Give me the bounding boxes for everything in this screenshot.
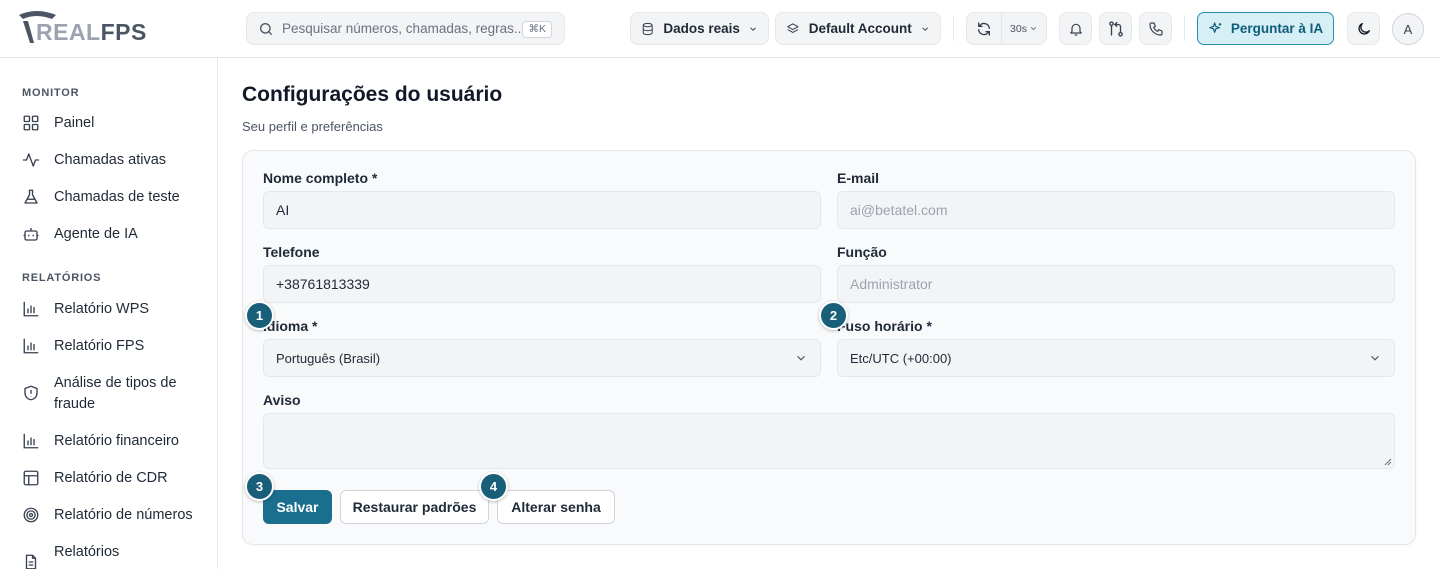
sidebar-item-chamadas-ativas[interactable]: Chamadas ativas: [22, 150, 207, 171]
save-button[interactable]: Salvar: [263, 490, 332, 524]
table-icon: [23, 470, 39, 486]
sidebar-item-relatorios[interactable]: Relatórios: [22, 542, 207, 569]
sidebar-item-label: Chamadas de teste: [54, 189, 180, 205]
sidebar-item-label: Relatório de CDR: [54, 470, 168, 486]
notice-label: Aviso: [263, 392, 301, 408]
chevron-down-icon: [750, 26, 756, 31]
theme-toggle-button[interactable]: [1347, 12, 1380, 45]
phone-input[interactable]: +38761813339: [263, 265, 821, 303]
refresh-icon: [978, 21, 990, 36]
moon-icon: [1357, 22, 1370, 35]
search-icon: [260, 22, 272, 35]
grid-icon: [23, 115, 39, 131]
data-source-label: Dados reais: [663, 21, 740, 36]
file-text-icon: [25, 554, 37, 569]
logo-text-real: REAL: [36, 19, 101, 45]
bell-icon: [1069, 23, 1082, 36]
shield-alert-icon: [24, 385, 38, 401]
chevron-down-icon: [1371, 355, 1379, 361]
step-badge-1: 1: [245, 301, 274, 330]
account-select[interactable]: Default Account: [775, 12, 941, 45]
chevron-down-icon: [797, 355, 805, 361]
language-select[interactable]: Português (Brasil): [263, 339, 821, 377]
phone-button[interactable]: [1139, 12, 1172, 45]
sidebar-item-analise-fraude[interactable]: Análise de tipos de fraude: [22, 373, 182, 415]
refresh-interval-select[interactable]: 30s: [1002, 23, 1046, 35]
sidebar-item-relatorio-wps[interactable]: Relatório WPS: [22, 299, 207, 320]
resize-grip-icon[interactable]: [1384, 458, 1392, 466]
sidebar-item-label: Relatório financeiro: [54, 433, 179, 449]
notice-textarea[interactable]: [263, 413, 1395, 469]
timezone-value: Etc/UTC (+00:00): [850, 350, 952, 366]
ask-ai-label: Perguntar à IA: [1230, 21, 1324, 36]
flask-icon: [24, 189, 38, 204]
restore-defaults-button[interactable]: Restaurar padrões: [340, 490, 489, 524]
bar-chart-icon: [23, 338, 39, 354]
timezone-select[interactable]: Etc/UTC (+00:00): [837, 339, 1395, 377]
refresh-interval-value: 30s: [1010, 22, 1027, 35]
email-label: E-mail: [837, 170, 880, 186]
sidebar-item-label: Painel: [54, 115, 95, 131]
sidebar-item-label: Chamadas ativas: [54, 152, 167, 168]
chevron-down-icon: [921, 26, 928, 31]
sidebar: MONITOR Painel Chamadas ativas Chamadas …: [0, 58, 218, 569]
layers-icon: [787, 22, 799, 33]
global-search[interactable]: Pesquisar números, chamadas, regras... ⌘…: [246, 12, 565, 45]
sidebar-item-label: Relatório WPS: [54, 301, 150, 317]
sidebar-item-label: Análise de tipos de fraude: [54, 375, 177, 412]
search-shortcut-hint: ⌘K: [522, 21, 552, 38]
logo-text-fps: FPS: [100, 19, 147, 45]
full-name-input[interactable]: AI: [263, 191, 821, 229]
bar-chart-icon: [23, 301, 39, 317]
email-field: ai@betatel.com: [837, 191, 1395, 229]
sidebar-item-agente-de-ia[interactable]: Agente de IA: [22, 224, 207, 245]
sidebar-item-relatorio-financeiro[interactable]: Relatório financeiro: [22, 431, 207, 452]
sidebar-item-painel[interactable]: Painel: [22, 113, 207, 134]
git-compare-button[interactable]: [1099, 12, 1132, 45]
sidebar-item-relatorio-numeros[interactable]: Relatório de números: [22, 505, 207, 526]
page-subtitle: Seu perfil e preferências: [242, 119, 383, 134]
step-badge-2: 2: [819, 301, 848, 330]
step-badge-4: 4: [479, 472, 508, 501]
sidebar-item-label: Relatório FPS: [54, 338, 145, 354]
sidebar-section-monitor: MONITOR: [22, 87, 80, 99]
role-label: Função: [837, 244, 887, 260]
activity-icon: [22, 153, 40, 167]
ask-ai-button[interactable]: Perguntar à IA: [1197, 12, 1334, 45]
sidebar-item-label: Relatório de números: [54, 507, 193, 523]
language-value: Português (Brasil): [276, 350, 381, 366]
full-name-label: Nome completo *: [263, 170, 378, 186]
search-input[interactable]: Pesquisar números, chamadas, regras...: [282, 21, 525, 36]
sidebar-item-relatorio-fps[interactable]: Relatório FPS: [22, 336, 207, 357]
bar-chart-icon: [23, 433, 39, 449]
timezone-label: Fuso horário *: [837, 318, 932, 334]
chevron-down-icon: [1030, 27, 1037, 31]
database-icon: [642, 22, 653, 35]
phone-label: Telefone: [263, 244, 320, 260]
toolbar-divider: [1184, 16, 1185, 41]
auto-refresh-control: 30s: [966, 12, 1047, 45]
target-icon: [23, 507, 39, 523]
page-title: Configurações do usuário: [242, 83, 503, 106]
data-source-select[interactable]: Dados reais: [630, 12, 769, 45]
sidebar-item-chamadas-de-teste[interactable]: Chamadas de teste: [22, 187, 207, 208]
phone-icon: [1148, 21, 1163, 36]
step-badge-3: 3: [245, 472, 274, 501]
user-avatar[interactable]: A: [1392, 13, 1424, 45]
sidebar-item-label: Agente de IA: [54, 226, 138, 242]
notifications-button[interactable]: [1059, 12, 1092, 45]
refresh-button[interactable]: [967, 13, 1002, 44]
sidebar-item-relatorio-cdr[interactable]: Relatório de CDR: [22, 468, 207, 489]
git-compare-icon: [1108, 20, 1123, 37]
role-field: Administrator: [837, 265, 1395, 303]
top-bar: REALFPS Pesquisar números, chamadas, reg…: [0, 0, 1440, 58]
sidebar-section-relatorios: RELATÓRIOS: [22, 272, 102, 284]
sidebar-item-label: Relatórios: [54, 544, 120, 560]
toolbar-divider: [953, 16, 954, 41]
account-label: Default Account: [808, 21, 912, 36]
brand-logo[interactable]: REALFPS: [16, 9, 146, 49]
sparkles-icon: [1209, 21, 1222, 33]
change-password-button[interactable]: Alterar senha: [497, 490, 615, 524]
bot-icon: [23, 228, 39, 241]
